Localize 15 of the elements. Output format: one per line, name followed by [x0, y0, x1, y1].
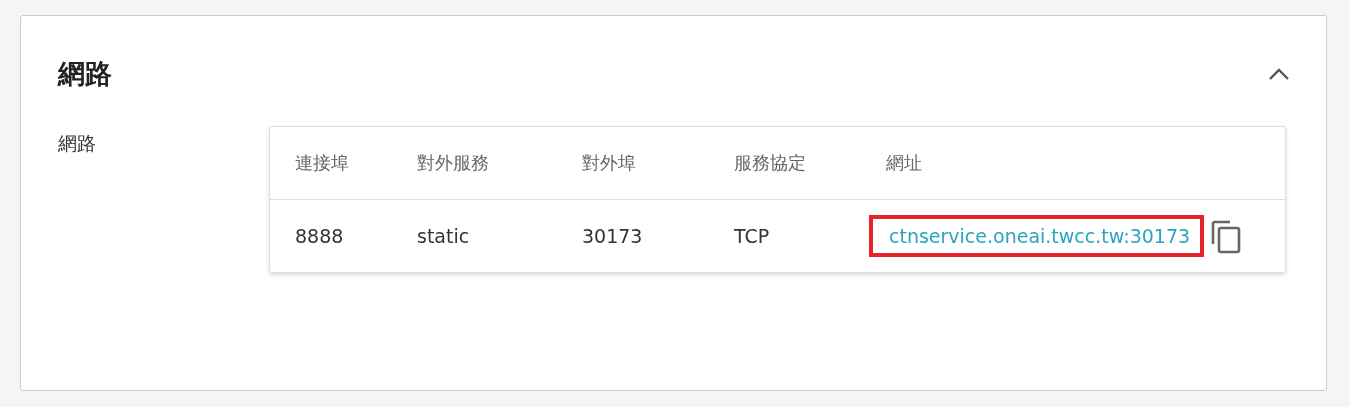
chevron-icon	[1268, 67, 1290, 81]
column-header: 對外服務	[417, 151, 490, 175]
column-header: 服務協定	[734, 151, 807, 175]
column-header: 對外埠	[582, 151, 637, 175]
column-header: 網址	[886, 151, 923, 175]
column-header: 連接埠	[295, 151, 350, 175]
table-cell-text: TCP	[734, 225, 771, 247]
table-cell-text: static	[417, 225, 471, 247]
field-label: 網路	[58, 131, 97, 156]
table-cell-text: 30173	[582, 225, 644, 247]
copy-button[interactable]	[1210, 218, 1243, 254]
section-title: 網路	[58, 57, 112, 91]
copy-icon	[1210, 218, 1243, 254]
url-link[interactable]: ctnservice.oneai.twcc.tw:30173	[869, 215, 1205, 257]
table-cell-text: 8888	[295, 225, 345, 247]
